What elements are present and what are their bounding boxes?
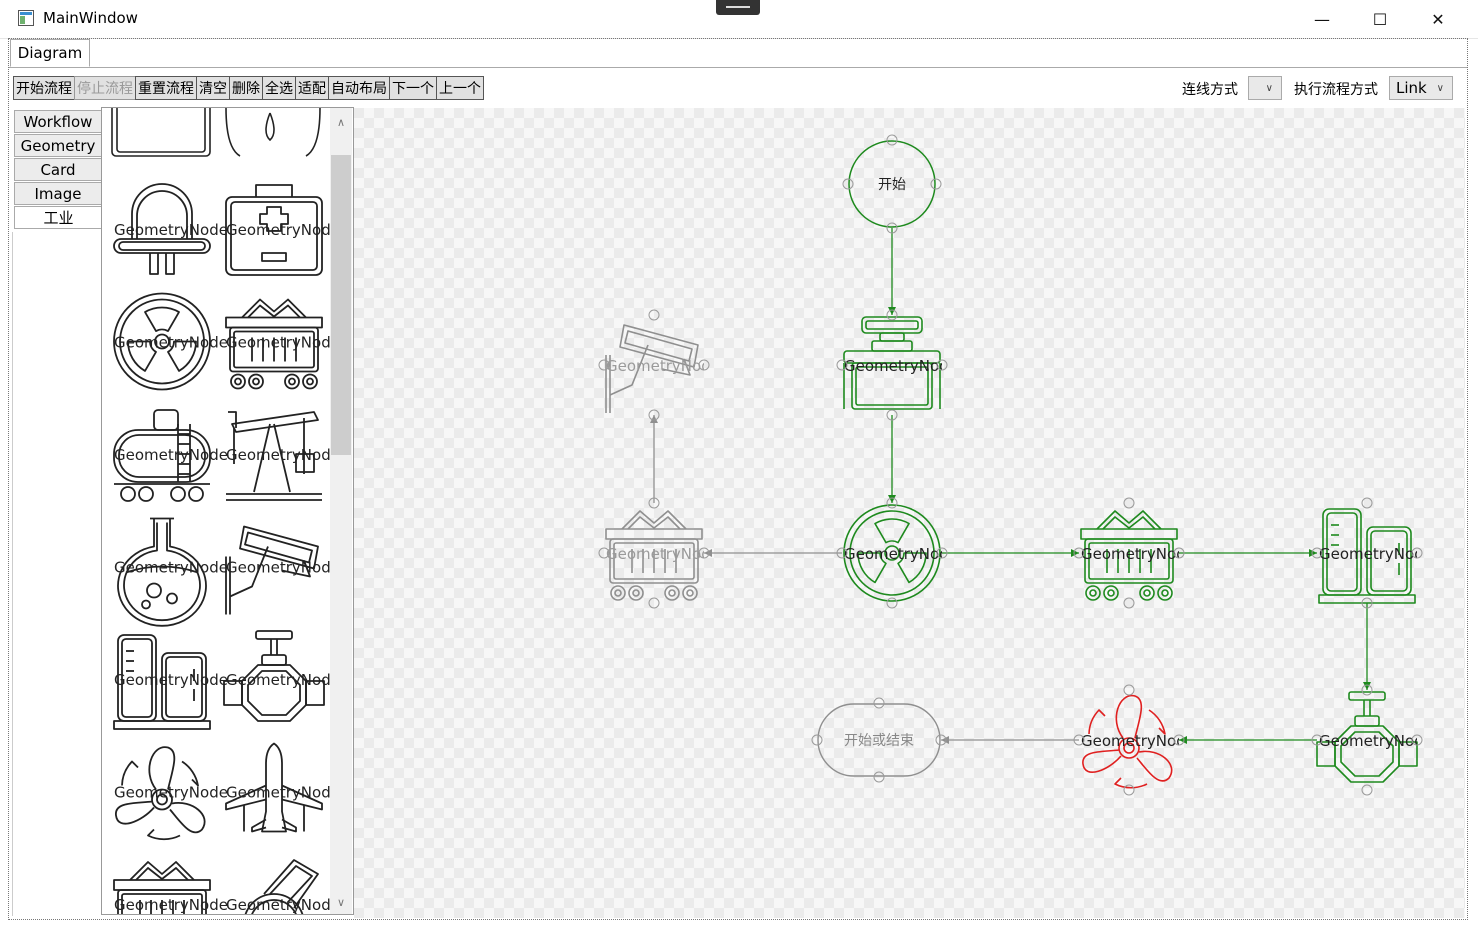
app-icon: [18, 10, 34, 26]
next-button[interactable]: 下一个: [389, 76, 437, 100]
minimize-button[interactable]: —: [1293, 0, 1351, 38]
tab-geometry[interactable]: Geometry: [14, 134, 102, 157]
toolbox-item-label: GeometryNode: [114, 896, 228, 914]
reset-flow-button[interactable]: 重置流程: [135, 76, 197, 100]
fit-button[interactable]: 适配: [295, 76, 329, 100]
toolbox-category-tabs: Workflow Geometry Card Image 工业: [14, 110, 102, 230]
tab-industry[interactable]: 工业: [14, 206, 102, 229]
toolbar: 开始流程 停止流程 重置流程 清空 删除 全选 适配 自动布局 下一个 上一个: [13, 76, 484, 100]
scroll-up-icon[interactable]: ∧: [331, 112, 351, 132]
toolbox-item-label: GeometryNode: [226, 671, 340, 689]
canvas-background: [354, 108, 1465, 918]
toolbox-item-label: GeometryNode: [114, 559, 228, 577]
node-label: 开始: [878, 177, 906, 193]
toolbox-grid: GeometryNodeGeometryNodeGeometryNodeGeom…: [111, 108, 340, 914]
exec-mode-label: 执行流程方式: [1294, 82, 1378, 98]
previous-button[interactable]: 上一个: [436, 76, 484, 100]
toolbox-item-label: GeometryNode: [226, 559, 340, 577]
tab-image[interactable]: Image: [14, 182, 102, 205]
clear-button[interactable]: 清空: [196, 76, 230, 100]
tab-strip: [9, 39, 1467, 68]
exec-mode-value: Link: [1396, 79, 1427, 97]
link-mode-select[interactable]: ∨: [1248, 76, 1282, 100]
toolbox-panel: GeometryNode GeometryNode GeometryNode Geom…: [101, 107, 354, 915]
chevron-down-icon: ∨: [1265, 82, 1273, 94]
node-label: 开始或结束: [844, 733, 914, 749]
tab-diagram[interactable]: Diagram: [10, 39, 90, 67]
select-all-button[interactable]: 全选: [262, 76, 296, 100]
tab-workflow[interactable]: Workflow: [14, 110, 102, 133]
toolbox-item-label: GeometryNode: [114, 784, 228, 802]
tab-card[interactable]: Card: [14, 158, 102, 181]
toolbox-item-label: GeometryNode: [226, 334, 340, 352]
delete-button[interactable]: 删除: [229, 76, 263, 100]
toolbox-item-label: GeometryNode: [226, 896, 340, 914]
close-button[interactable]: ✕: [1409, 0, 1467, 38]
link-mode-label: 连线方式: [1182, 82, 1238, 98]
auto-layout-button[interactable]: 自动布局: [328, 76, 390, 100]
chevron-down-icon: ∨: [1436, 82, 1444, 94]
toolbox-item-label: GeometryNode: [226, 784, 340, 802]
toolbox-row-partial: [111, 108, 321, 157]
drag-handle[interactable]: [716, 0, 760, 15]
toolbox-item-label: GeometryNode: [114, 334, 228, 352]
scroll-down-icon[interactable]: ∨: [331, 892, 351, 912]
toolbox-item-label: GeometryNode: [114, 671, 228, 689]
toolbox-item-label: GeometryNode: [114, 221, 228, 239]
start-flow-button[interactable]: 开始流程: [13, 76, 75, 100]
toolbox-item-label: GeometryNode: [114, 446, 228, 464]
diagram-canvas[interactable]: 开始GeometryNodeGeometryNodeGeometryNodeGe…: [354, 108, 1465, 918]
exec-mode-select[interactable]: Link ∨: [1389, 76, 1453, 100]
toolbox-tab-content: [12, 232, 103, 916]
toolbox-item-label: GeometryNode: [226, 221, 340, 239]
toolbox-item-label: GeometryNode: [226, 446, 340, 464]
window-title: MainWindow: [43, 9, 138, 27]
maximize-button[interactable]: ☐: [1351, 0, 1409, 38]
scrollbar-thumb[interactable]: [331, 155, 351, 455]
stop-flow-button[interactable]: 停止流程: [74, 76, 136, 100]
